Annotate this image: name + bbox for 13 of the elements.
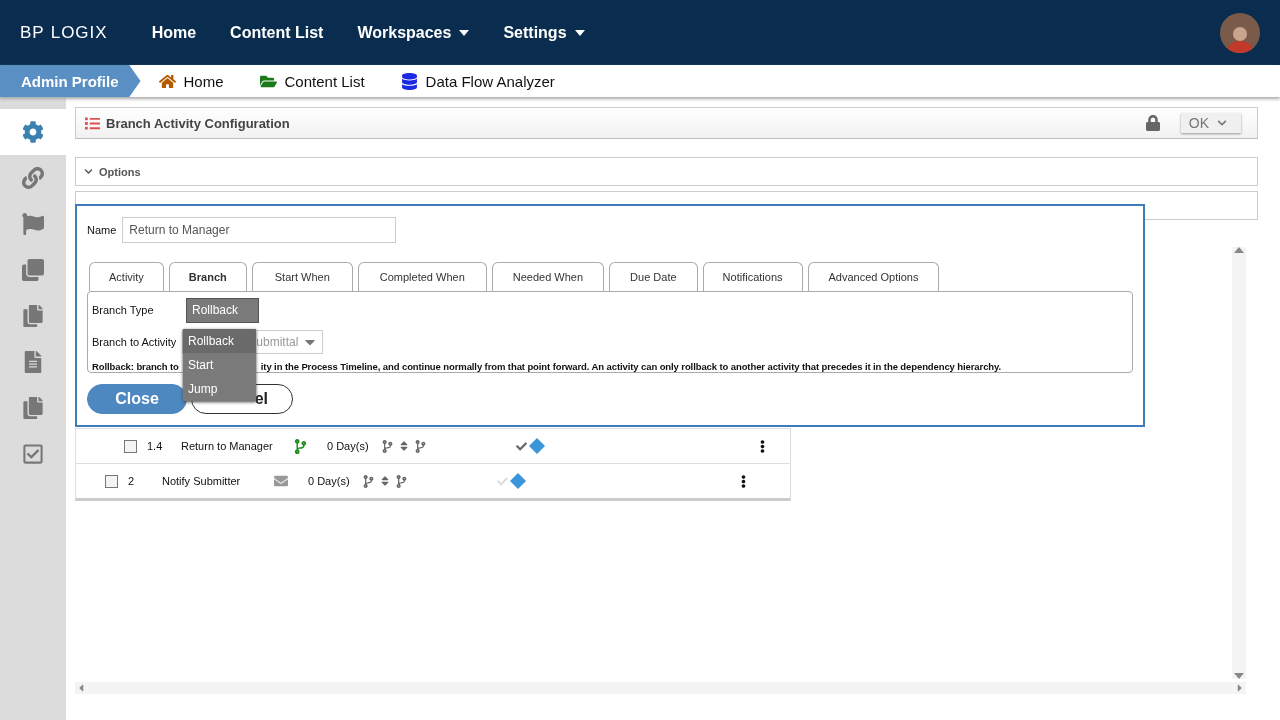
activity-name: Notify Submitter (162, 475, 242, 487)
activity-name: Return to Manager (181, 440, 274, 452)
row-number: 2 (128, 475, 136, 487)
description-text: ity in the Process Timeline, and continue normally from that point forward. An activity can only rollback to another activity that precedes it in the dependency hierarchy. (260, 360, 1002, 372)
field-label: Branch Type (92, 304, 155, 316)
duration: 0 Day(s) (308, 475, 351, 487)
description-text: Rollback: branch to (92, 360, 179, 372)
panel-title: Branch Activity Configuration (106, 115, 290, 131)
field-label: Name (87, 224, 117, 236)
duration: 0 Day(s) (327, 440, 370, 452)
field-label: Branch to Activity (92, 336, 177, 348)
logo: BP LOGIX (20, 22, 108, 43)
row-number: 1.4 (147, 440, 164, 452)
